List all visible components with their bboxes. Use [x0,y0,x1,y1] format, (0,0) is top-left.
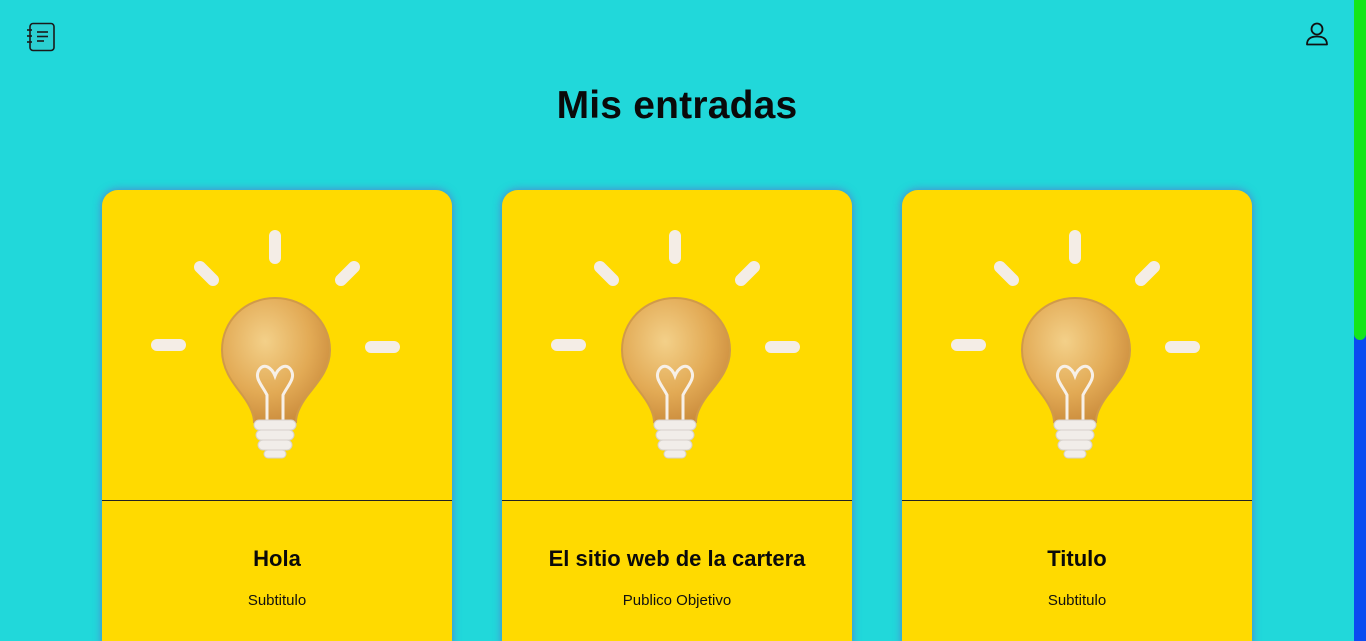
page-title: Mis entradas [556,84,798,127]
light-bulb-icon [102,190,452,501]
card-title: El sitio web de la cartera [548,546,806,571]
card-subtitle: Subtitulo [247,592,307,609]
entry-card[interactable]: Hola Subtitulo [102,190,452,641]
scrollbar-thumb[interactable] [1354,0,1366,340]
entries-list: Hola Subtitulo El sitio web de la carter… [0,190,1354,641]
vertical-scrollbar[interactable] [1354,0,1366,641]
card-subtitle: Subtitulo [1047,592,1107,609]
light-bulb-icon [902,190,1252,501]
card-subtitle: Publico Objetivo [622,592,732,609]
entry-card[interactable]: El sitio web de la cartera Publico Objet… [502,190,852,641]
light-bulb-icon [502,190,852,501]
entry-card[interactable]: Titulo Subtitulo [902,190,1252,641]
card-title: Hola [253,546,301,571]
user-icon[interactable] [1304,21,1330,47]
card-title: Titulo [1047,546,1107,571]
notebook-icon[interactable] [26,22,56,52]
